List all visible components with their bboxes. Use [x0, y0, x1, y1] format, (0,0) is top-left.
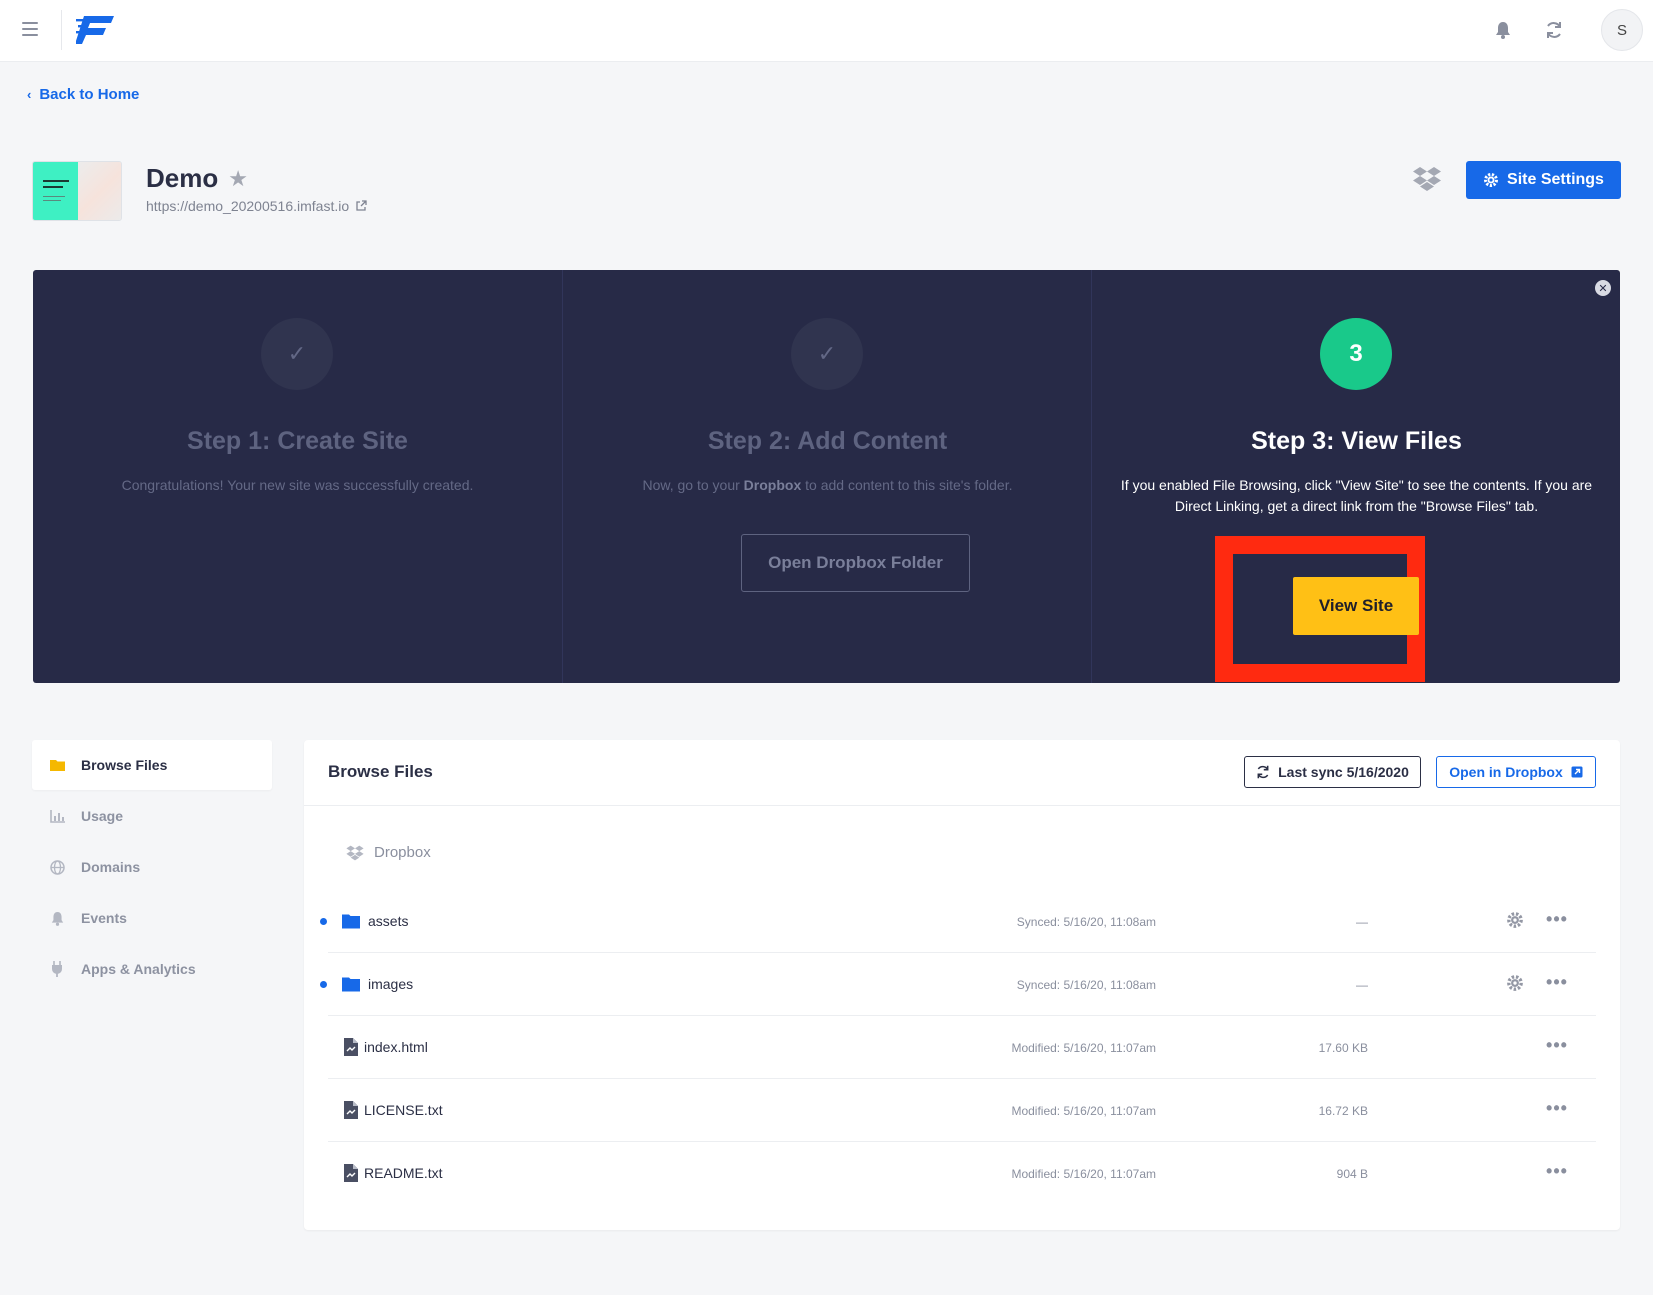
more-options-icon[interactable]: ••• — [1546, 1160, 1568, 1182]
dropbox-icon — [346, 845, 364, 860]
sidebar-item-apps-analytics[interactable]: Apps & Analytics — [32, 944, 272, 994]
more-options-icon[interactable]: ••• — [1546, 1097, 1568, 1119]
file-icon — [344, 1164, 358, 1182]
sidebar-item-usage[interactable]: Usage — [32, 791, 272, 841]
open-in-dropbox-button[interactable]: Open in Dropbox — [1436, 756, 1596, 788]
last-sync-label: Last sync 5/16/2020 — [1278, 764, 1409, 780]
file-size: — — [1356, 978, 1368, 992]
more-options-icon[interactable]: ••• — [1546, 1034, 1568, 1056]
dropbox-icon[interactable] — [1413, 166, 1441, 192]
close-icon[interactable]: ✕ — [1595, 280, 1611, 296]
sync-status-dot — [320, 918, 327, 925]
divider — [61, 10, 62, 50]
site-url-link[interactable]: https://demo_20200516.imfast.io — [146, 198, 367, 214]
file-name[interactable]: README.txt — [364, 1165, 443, 1181]
table-row[interactable]: index.html Modified: 5/16/20, 11:07am 17… — [328, 1016, 1596, 1079]
sidebar-item-domains[interactable]: Domains — [32, 842, 272, 892]
step-2: ✓ Step 2: Add Content Now, go to your Dr… — [562, 270, 1091, 683]
folder-icon — [49, 757, 65, 773]
sync-status-dot — [320, 981, 327, 988]
check-icon: ✓ — [261, 318, 333, 390]
site-title: Demo ★ — [146, 163, 248, 194]
refresh-icon[interactable] — [1542, 18, 1566, 42]
back-link-label: Back to Home — [39, 86, 140, 103]
check-icon: ✓ — [791, 318, 863, 390]
user-avatar[interactable]: S — [1601, 9, 1643, 51]
file-icon — [344, 1101, 358, 1119]
more-options-icon[interactable]: ••• — [1546, 908, 1568, 930]
step-1-description: Congratulations! Your new site was succe… — [121, 477, 474, 493]
last-sync-button[interactable]: Last sync 5/16/2020 — [1244, 756, 1421, 788]
open-dropbox-folder-button[interactable]: Open Dropbox Folder — [741, 534, 970, 592]
site-settings-label: Site Settings — [1507, 171, 1604, 188]
site-thumbnail — [32, 161, 122, 221]
app-logo[interactable] — [76, 14, 116, 46]
bell-icon — [49, 910, 65, 926]
file-size: 16.72 KB — [1318, 1104, 1368, 1118]
table-row[interactable]: LICENSE.txt Modified: 5/16/20, 11:07am 1… — [328, 1079, 1596, 1142]
step-2-description: Now, go to your Dropbox to add content t… — [642, 477, 1013, 493]
breadcrumb-label: Dropbox — [374, 844, 431, 861]
step-3-description: If you enabled File Browsing, click "Vie… — [1120, 477, 1593, 514]
refresh-icon — [1257, 765, 1269, 779]
step-3-title: Step 3: View Files — [1251, 427, 1462, 455]
gear-icon[interactable] — [1506, 974, 1524, 992]
step-1-title: Step 1: Create Site — [187, 427, 408, 455]
plug-icon — [49, 961, 65, 977]
file-name[interactable]: LICENSE.txt — [364, 1102, 443, 1118]
globe-icon — [49, 859, 65, 875]
folder-icon — [342, 914, 360, 929]
top-bar: S — [0, 0, 1653, 62]
external-link-icon — [356, 200, 367, 211]
table-row[interactable]: README.txt Modified: 5/16/20, 11:07am 90… — [328, 1142, 1596, 1205]
external-link-icon — [1571, 766, 1583, 778]
open-in-dropbox-label: Open in Dropbox — [1449, 764, 1563, 780]
file-size: 904 B — [1336, 1167, 1368, 1181]
file-size: 17.60 KB — [1318, 1041, 1368, 1055]
step-2-title: Step 2: Add Content — [707, 427, 948, 455]
sidebar-item-browse-files[interactable]: Browse Files — [32, 740, 272, 790]
card-header: Browse Files Last sync 5/16/2020 Open in… — [304, 740, 1620, 806]
gear-icon[interactable] — [1506, 911, 1524, 929]
file-name[interactable]: index.html — [364, 1039, 428, 1055]
chevron-left-icon: ‹ — [27, 87, 32, 102]
view-site-button[interactable]: View Site — [1293, 577, 1419, 635]
site-name: Demo — [146, 163, 219, 193]
bell-icon[interactable] — [1491, 18, 1515, 42]
sidebar-item-label: Apps & Analytics — [81, 961, 196, 977]
chart-icon — [49, 808, 65, 824]
browse-files-card: Browse Files Last sync 5/16/2020 Open in… — [304, 740, 1620, 1230]
more-options-icon[interactable]: ••• — [1546, 971, 1568, 993]
step-3-number-badge: 3 — [1320, 318, 1392, 390]
file-status: Modified: 5/16/20, 11:07am — [1011, 1041, 1156, 1055]
sidebar-item-label: Events — [81, 910, 127, 926]
table-row[interactable]: assets Synced: 5/16/20, 11:08am — ••• — [320, 890, 1596, 953]
sidebar-item-events[interactable]: Events — [32, 893, 272, 943]
file-status: Synced: 5/16/20, 11:08am — [1016, 978, 1156, 992]
file-status: Synced: 5/16/20, 11:08am — [1016, 915, 1156, 929]
gear-icon — [1484, 173, 1499, 187]
file-size: — — [1356, 915, 1368, 929]
sidebar-item-label: Browse Files — [81, 757, 168, 773]
sidebar-item-label: Usage — [81, 808, 124, 824]
step-1: ✓ Step 1: Create Site Congratulations! Y… — [33, 270, 562, 683]
breadcrumb[interactable]: Dropbox — [346, 844, 431, 861]
file-status: Modified: 5/16/20, 11:07am — [1011, 1104, 1156, 1118]
sidebar-item-label: Domains — [81, 859, 141, 875]
site-url-text: https://demo_20200516.imfast.io — [146, 198, 350, 214]
file-status: Modified: 5/16/20, 11:07am — [1011, 1167, 1156, 1181]
file-name[interactable]: assets — [368, 913, 408, 929]
star-icon[interactable]: ★ — [228, 166, 248, 192]
menu-icon[interactable] — [22, 22, 38, 36]
file-name[interactable]: images — [368, 976, 413, 992]
back-to-home-link[interactable]: ‹ Back to Home — [27, 86, 139, 103]
folder-icon — [342, 977, 360, 992]
site-settings-button[interactable]: Site Settings — [1466, 161, 1621, 199]
file-icon — [344, 1038, 358, 1056]
table-row[interactable]: images Synced: 5/16/20, 11:08am — ••• — [320, 953, 1596, 1016]
card-title: Browse Files — [328, 762, 433, 781]
